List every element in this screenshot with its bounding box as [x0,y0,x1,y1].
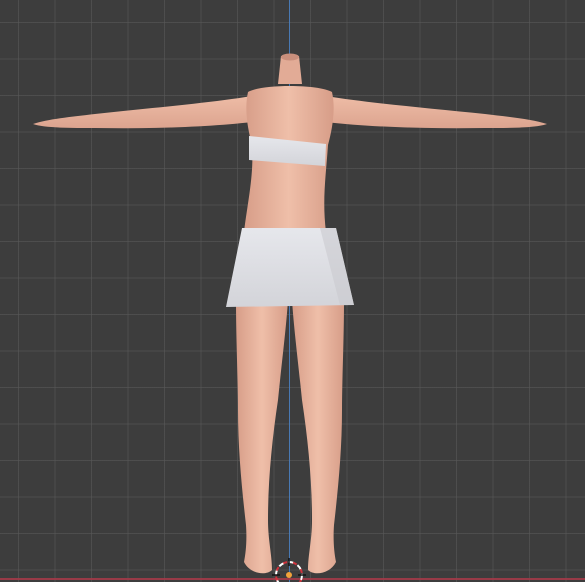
3d-cursor-icon[interactable] [270,556,308,582]
left-arm [33,96,252,129]
left-leg [236,300,288,574]
3d-viewport[interactable] [0,0,585,582]
origin-point-icon [286,572,292,578]
right-arm [326,96,547,129]
right-leg [292,300,344,574]
neck-opening [281,53,299,61]
character-model[interactable] [0,0,585,582]
